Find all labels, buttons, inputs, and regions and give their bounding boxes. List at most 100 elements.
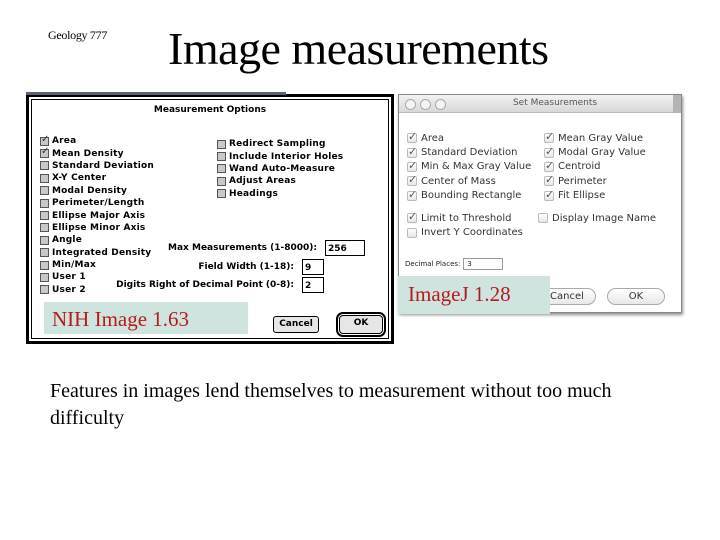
checkbox-option[interactable]: Center of Mass bbox=[407, 173, 531, 188]
checkbox-unchecked-icon[interactable] bbox=[40, 285, 49, 295]
checkbox-option[interactable]: Limit to Threshold bbox=[407, 210, 523, 225]
decimal-digits-field: Digits Right of Decimal Point (0-8): 2 bbox=[116, 277, 324, 293]
checkbox-checked-icon[interactable] bbox=[407, 159, 417, 172]
field-input[interactable]: 2 bbox=[302, 277, 324, 293]
decimal-places-label: Decimal Places: bbox=[405, 260, 461, 268]
checkbox-option[interactable]: Area bbox=[40, 134, 154, 147]
checkbox-unchecked-icon[interactable] bbox=[40, 272, 49, 282]
checkbox-label: Mean Density bbox=[52, 148, 124, 159]
field-label: Field Width (1-18): bbox=[198, 262, 294, 272]
checkbox-unchecked-icon[interactable] bbox=[217, 189, 226, 199]
checkbox-unchecked-icon[interactable] bbox=[538, 213, 548, 224]
checkbox-unchecked-icon[interactable] bbox=[40, 186, 49, 196]
checkbox-unchecked-icon[interactable] bbox=[40, 223, 49, 233]
checkbox-label: Perimeter/Length bbox=[52, 198, 145, 209]
checkbox-option[interactable]: Adjust Areas bbox=[217, 175, 343, 187]
checkbox-label: Bounding Rectangle bbox=[421, 190, 522, 202]
title-bar: Set Measurements bbox=[399, 95, 681, 113]
checkbox-label: User 1 bbox=[52, 272, 86, 283]
field-input[interactable]: 256 bbox=[325, 240, 365, 256]
checkbox-option[interactable]: Ellipse Minor Axis bbox=[40, 222, 154, 234]
field-input[interactable]: 9 bbox=[302, 259, 324, 275]
checkbox-label: Display Image Name bbox=[552, 212, 657, 224]
imagej-caption: ImageJ 1.28 bbox=[398, 276, 550, 314]
checkbox-checked-icon[interactable] bbox=[407, 130, 417, 144]
checkbox-option[interactable]: Ellipse Major Axis bbox=[40, 209, 154, 221]
checkbox-unchecked-icon[interactable] bbox=[217, 152, 226, 162]
checkbox-option[interactable]: Min & Max Gray Value bbox=[407, 159, 532, 174]
slide-title: Image measurements bbox=[168, 23, 549, 74]
checkbox-unchecked-icon[interactable] bbox=[217, 176, 226, 186]
nih-image-caption: NIH Image 1.63 bbox=[44, 302, 248, 334]
checkbox-checked-icon[interactable] bbox=[40, 134, 50, 146]
checkbox-checked-icon[interactable] bbox=[40, 146, 50, 159]
checkbox-label: Wand Auto-Measure bbox=[229, 163, 336, 174]
checkbox-unchecked-icon[interactable] bbox=[40, 198, 49, 208]
decimal-places-input[interactable]: 3 bbox=[463, 258, 504, 270]
checkbox-label: Ellipse Minor Axis bbox=[52, 222, 146, 233]
checkbox-unchecked-icon[interactable] bbox=[40, 173, 49, 183]
checkbox-label: Center of Mass bbox=[421, 175, 496, 187]
checkbox-option[interactable]: Wand Auto-Measure bbox=[217, 163, 343, 175]
ok-button[interactable]: OK bbox=[336, 312, 386, 337]
checkbox-label: Adjust Areas bbox=[229, 176, 297, 187]
checkbox-unchecked-icon[interactable] bbox=[217, 139, 226, 149]
checkbox-unchecked-icon[interactable] bbox=[217, 164, 226, 174]
checkbox-label: Perimeter bbox=[558, 175, 607, 187]
checkbox-option[interactable]: Standard Deviation bbox=[40, 160, 154, 172]
checkbox-option[interactable]: Fit Ellipse bbox=[544, 188, 646, 203]
field-label: Max Measurements (1-8000): bbox=[168, 243, 317, 253]
checkbox-option[interactable]: X-Y Center bbox=[40, 172, 154, 184]
checkbox-option[interactable]: Area bbox=[407, 130, 531, 145]
checkbox-label: Fit Ellipse bbox=[558, 190, 606, 202]
body-text: Features in images lend themselves to me… bbox=[50, 380, 612, 429]
checkbox-checked-icon[interactable] bbox=[407, 173, 417, 187]
checkbox-label: Min/Max bbox=[52, 260, 96, 271]
toolbar-toggle-icon[interactable] bbox=[673, 95, 681, 113]
checkbox-option[interactable]: Perimeter/Length bbox=[40, 197, 154, 209]
left-options: Area Standard Deviation Min & Max Gray Val… bbox=[407, 130, 532, 203]
checkbox-label: Centroid bbox=[558, 161, 601, 173]
checkbox-label: Modal Gray Value bbox=[558, 147, 646, 159]
checkbox-option[interactable]: Integrated Density bbox=[40, 247, 154, 259]
checkbox-unchecked-icon[interactable] bbox=[40, 161, 49, 171]
checkbox-option[interactable]: Display Image Name bbox=[538, 211, 656, 225]
checkbox-unchecked-icon[interactable] bbox=[40, 248, 49, 258]
checkbox-checked-icon[interactable] bbox=[544, 130, 554, 144]
checkbox-unchecked-icon[interactable] bbox=[40, 260, 49, 270]
extra-left-options: Limit to Threshold Invert Y Coordinates bbox=[407, 210, 523, 240]
checkbox-checked-icon[interactable] bbox=[407, 188, 417, 201]
checkbox-label: Ellipse Major Axis bbox=[52, 210, 146, 221]
checkbox-option[interactable]: Perimeter bbox=[544, 173, 646, 188]
checkbox-label: Area bbox=[421, 132, 445, 144]
cancel-button[interactable]: Cancel bbox=[273, 316, 319, 333]
checkbox-checked-icon[interactable] bbox=[544, 159, 554, 172]
checkbox-unchecked-icon[interactable] bbox=[40, 235, 49, 245]
checkbox-label: Area bbox=[52, 136, 77, 147]
checkbox-option[interactable]: Modal Density bbox=[40, 185, 154, 197]
checkbox-option[interactable]: Standard Deviation bbox=[407, 145, 531, 159]
checkbox-option[interactable]: Mean Density bbox=[40, 146, 154, 159]
checkbox-option[interactable]: Bounding Rectangle bbox=[407, 188, 531, 203]
checkbox-option[interactable]: Modal Gray Value bbox=[544, 145, 646, 159]
checkbox-checked-icon[interactable] bbox=[544, 188, 554, 201]
checkbox-option[interactable]: Min/Max bbox=[40, 259, 154, 271]
checkbox-checked-icon[interactable] bbox=[544, 145, 554, 158]
field-width-field: Field Width (1-18): 9 bbox=[198, 259, 324, 275]
decimal-places-field: Decimal Places: 3 bbox=[405, 258, 504, 270]
checkbox-unchecked-icon[interactable] bbox=[40, 211, 49, 221]
ok-button[interactable]: OK bbox=[607, 288, 665, 305]
checkbox-option[interactable]: Headings bbox=[217, 188, 343, 200]
checkbox-option[interactable]: Centroid bbox=[544, 159, 646, 174]
checkbox-checked-icon[interactable] bbox=[544, 173, 554, 187]
field-label: Digits Right of Decimal Point (0-8): bbox=[116, 280, 294, 290]
checkbox-label: Min & Max Gray Value bbox=[421, 161, 532, 173]
checkbox-option[interactable]: Angle bbox=[40, 234, 154, 246]
checkbox-checked-icon[interactable] bbox=[407, 210, 417, 224]
checkbox-option[interactable]: Mean Gray Value bbox=[544, 130, 646, 145]
checkbox-option[interactable]: Redirect Sampling bbox=[217, 138, 343, 150]
checkbox-unchecked-icon[interactable] bbox=[407, 227, 417, 238]
checkbox-option[interactable]: Include Interior Holes bbox=[217, 150, 343, 162]
checkbox-checked-icon[interactable] bbox=[407, 145, 417, 158]
checkbox-option[interactable]: Invert Y Coordinates bbox=[407, 225, 523, 239]
